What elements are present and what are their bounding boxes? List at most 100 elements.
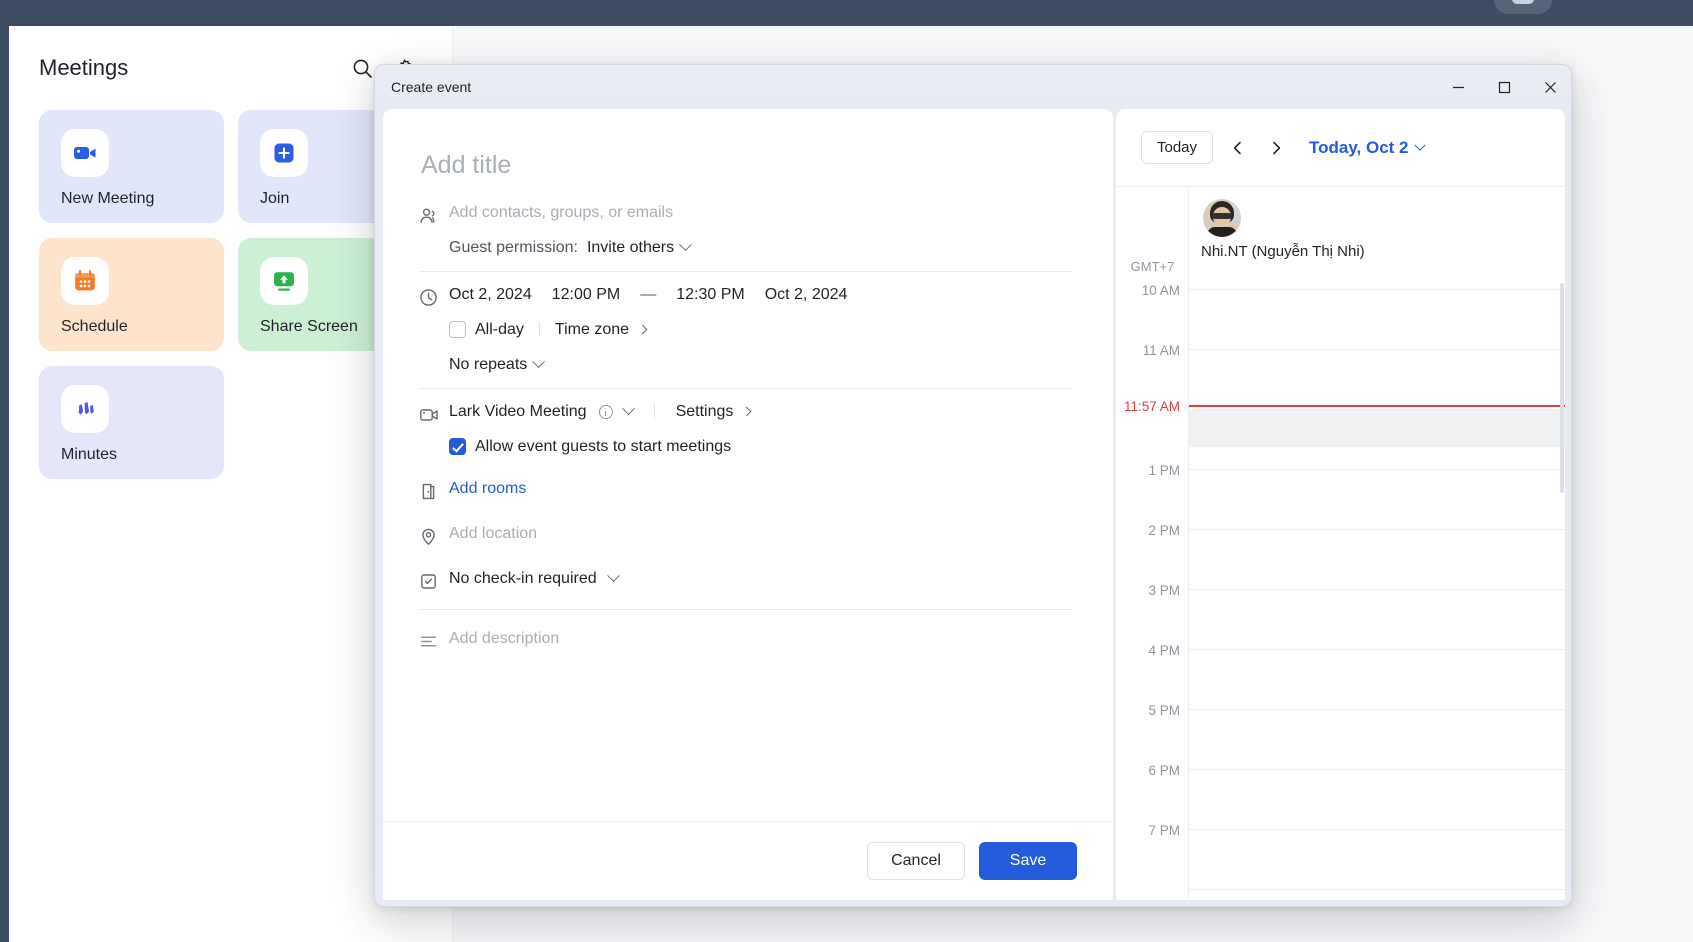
chevron-down-icon xyxy=(1413,139,1426,151)
tile-label: Minutes xyxy=(61,446,118,463)
video-camera-icon xyxy=(61,129,109,177)
time-zone-label: Time zone xyxy=(554,320,630,338)
allow-guests-row: Allow event guests to start meetings xyxy=(449,438,1073,456)
plus-square-icon xyxy=(260,129,308,177)
time-label-5pm: 5 PM xyxy=(1148,703,1180,718)
event-title-input[interactable] xyxy=(419,145,1073,190)
tile-label: Schedule xyxy=(61,318,128,335)
tile-label: Join xyxy=(260,190,290,207)
cancel-button[interactable]: Cancel xyxy=(867,842,965,880)
tile-new-meeting[interactable]: New Meeting xyxy=(39,110,224,223)
window-controls xyxy=(1435,65,1571,109)
video-icon xyxy=(419,403,449,425)
video-meeting-section: Lark Video Meeting Settings Allow event … xyxy=(419,389,1073,470)
screen-share-icon xyxy=(260,257,308,305)
time-gutter: GMT+7 10 AM 11 AM 11:57 AM 1 PM 2 PM 3 P… xyxy=(1116,187,1189,900)
video-provider-row: Lark Video Meeting Settings xyxy=(449,402,1073,421)
guests-input[interactable]: Add contacts, groups, or emails xyxy=(449,204,1073,222)
end-date-field[interactable]: Oct 2, 2024 xyxy=(765,286,848,304)
location-section: Add location xyxy=(419,511,1073,556)
clock-icon xyxy=(419,286,449,307)
calendar-grid[interactable]: GMT+7 10 AM 11 AM 11:57 AM 1 PM 2 PM 3 P… xyxy=(1116,187,1565,900)
time-label-7pm: 7 PM xyxy=(1148,823,1180,838)
calendar-date-picker[interactable]: Today, Oct 2 xyxy=(1309,138,1426,158)
dialog-body: Add contacts, groups, or emails Guest pe… xyxy=(383,109,1565,900)
door-icon xyxy=(419,480,449,501)
chevron-right-icon xyxy=(741,406,752,417)
create-event-dialog: Create event Add title Add contacts, gro… xyxy=(374,64,1572,907)
tile-label: New Meeting xyxy=(61,190,155,207)
event-time-row: Oct 2, 2024 12:00 PM — 12:30 PM Oct 2, 2… xyxy=(449,286,1073,304)
dialog-footer: Cancel Save xyxy=(383,821,1113,900)
calendar-scrollbar[interactable] xyxy=(1560,283,1564,493)
chevron-right-icon xyxy=(637,324,648,335)
time-zone-button[interactable]: Time zone xyxy=(554,320,648,339)
avatar xyxy=(1203,199,1241,237)
checkin-section: No check-in required xyxy=(419,556,1073,609)
attendee-name: Nhi.NT (Nguyễn Thị Nhi) xyxy=(1201,243,1365,260)
description-input[interactable]: Add description xyxy=(449,630,559,647)
start-date-field[interactable]: Oct 2, 2024 xyxy=(449,286,532,304)
os-top-bar xyxy=(0,0,1693,26)
os-notch-pill xyxy=(1494,0,1552,14)
guest-permission-row: Guest permission: Invite others xyxy=(449,238,1073,257)
dialog-title-bar[interactable]: Create event xyxy=(375,65,1571,109)
next-day-icon[interactable] xyxy=(1263,135,1289,161)
info-icon[interactable] xyxy=(598,404,613,419)
prev-day-icon[interactable] xyxy=(1225,135,1251,161)
video-provider-dropdown[interactable]: Lark Video Meeting xyxy=(449,402,635,421)
calendar-icon xyxy=(61,257,109,305)
divider-vertical xyxy=(538,322,540,337)
today-button[interactable]: Today xyxy=(1141,131,1213,164)
guests-section: Add contacts, groups, or emails Guest pe… xyxy=(419,190,1073,271)
os-left-rail xyxy=(0,26,9,942)
all-day-checkbox[interactable] xyxy=(449,321,466,338)
repeat-dropdown[interactable]: No repeats xyxy=(449,355,546,374)
checkin-dropdown[interactable]: No check-in required xyxy=(449,569,620,588)
attendee-column[interactable]: Nhi.NT (Nguyễn Thị Nhi) xyxy=(1189,187,1565,900)
repeat-row: No repeats xyxy=(449,355,1073,374)
maximize-icon[interactable] xyxy=(1481,65,1527,109)
divider-vertical xyxy=(653,404,655,419)
checkin-icon xyxy=(419,570,449,591)
chevron-down-icon xyxy=(679,238,692,252)
tile-minutes[interactable]: Minutes xyxy=(39,366,224,479)
chevron-down-icon xyxy=(532,355,546,369)
description-section: Add description xyxy=(419,610,1073,651)
end-time-field[interactable]: 12:30 PM xyxy=(676,286,744,304)
time-label-2pm: 2 PM xyxy=(1148,523,1180,538)
tile-schedule[interactable]: Schedule xyxy=(39,238,224,351)
time-label-11am: 11 AM xyxy=(1142,343,1180,358)
chevron-down-icon xyxy=(606,569,620,583)
allow-guests-checkbox[interactable] xyxy=(449,438,466,455)
location-pin-icon xyxy=(419,525,449,546)
timezone-label: GMT+7 xyxy=(1130,259,1175,274)
time-label-6pm: 6 PM xyxy=(1148,763,1180,778)
time-label-3pm: 3 PM xyxy=(1148,583,1180,598)
location-input[interactable]: Add location xyxy=(449,525,537,542)
minutes-icon xyxy=(61,385,109,433)
guest-permission-dropdown[interactable]: Invite others xyxy=(586,238,692,257)
tile-label: Share Screen xyxy=(260,318,358,335)
guest-permission-value: Invite others xyxy=(586,238,675,256)
calendar-preview-card: Today Today, Oct 2 GMT+7 10 AM 11 AM 11:… xyxy=(1116,109,1565,900)
all-day-label: All-day xyxy=(475,320,524,338)
description-icon xyxy=(419,630,449,651)
add-rooms-link[interactable]: Add rooms xyxy=(449,480,526,497)
search-icon[interactable] xyxy=(347,53,377,83)
save-button[interactable]: Save xyxy=(979,842,1077,880)
start-time-field[interactable]: 12:00 PM xyxy=(552,286,620,304)
minimize-icon[interactable] xyxy=(1435,65,1481,109)
current-time-label: 11:57 AM xyxy=(1123,399,1180,414)
screen-root: Meetings New Meeting Join Schedule Share… xyxy=(0,0,1693,942)
event-form-scroll: Add contacts, groups, or emails Guest pe… xyxy=(383,109,1113,821)
allday-timezone-row: All-day Time zone xyxy=(449,321,1073,339)
guest-permission-label: Guest permission: xyxy=(449,238,578,256)
dialog-title: Create event xyxy=(391,79,472,95)
current-time-line xyxy=(1189,405,1565,407)
range-dash: — xyxy=(640,285,657,303)
close-icon[interactable] xyxy=(1527,65,1571,109)
people-icon xyxy=(419,204,449,226)
meeting-settings-button[interactable]: Settings xyxy=(676,403,752,421)
allow-guests-label: Allow event guests to start meetings xyxy=(475,437,732,455)
